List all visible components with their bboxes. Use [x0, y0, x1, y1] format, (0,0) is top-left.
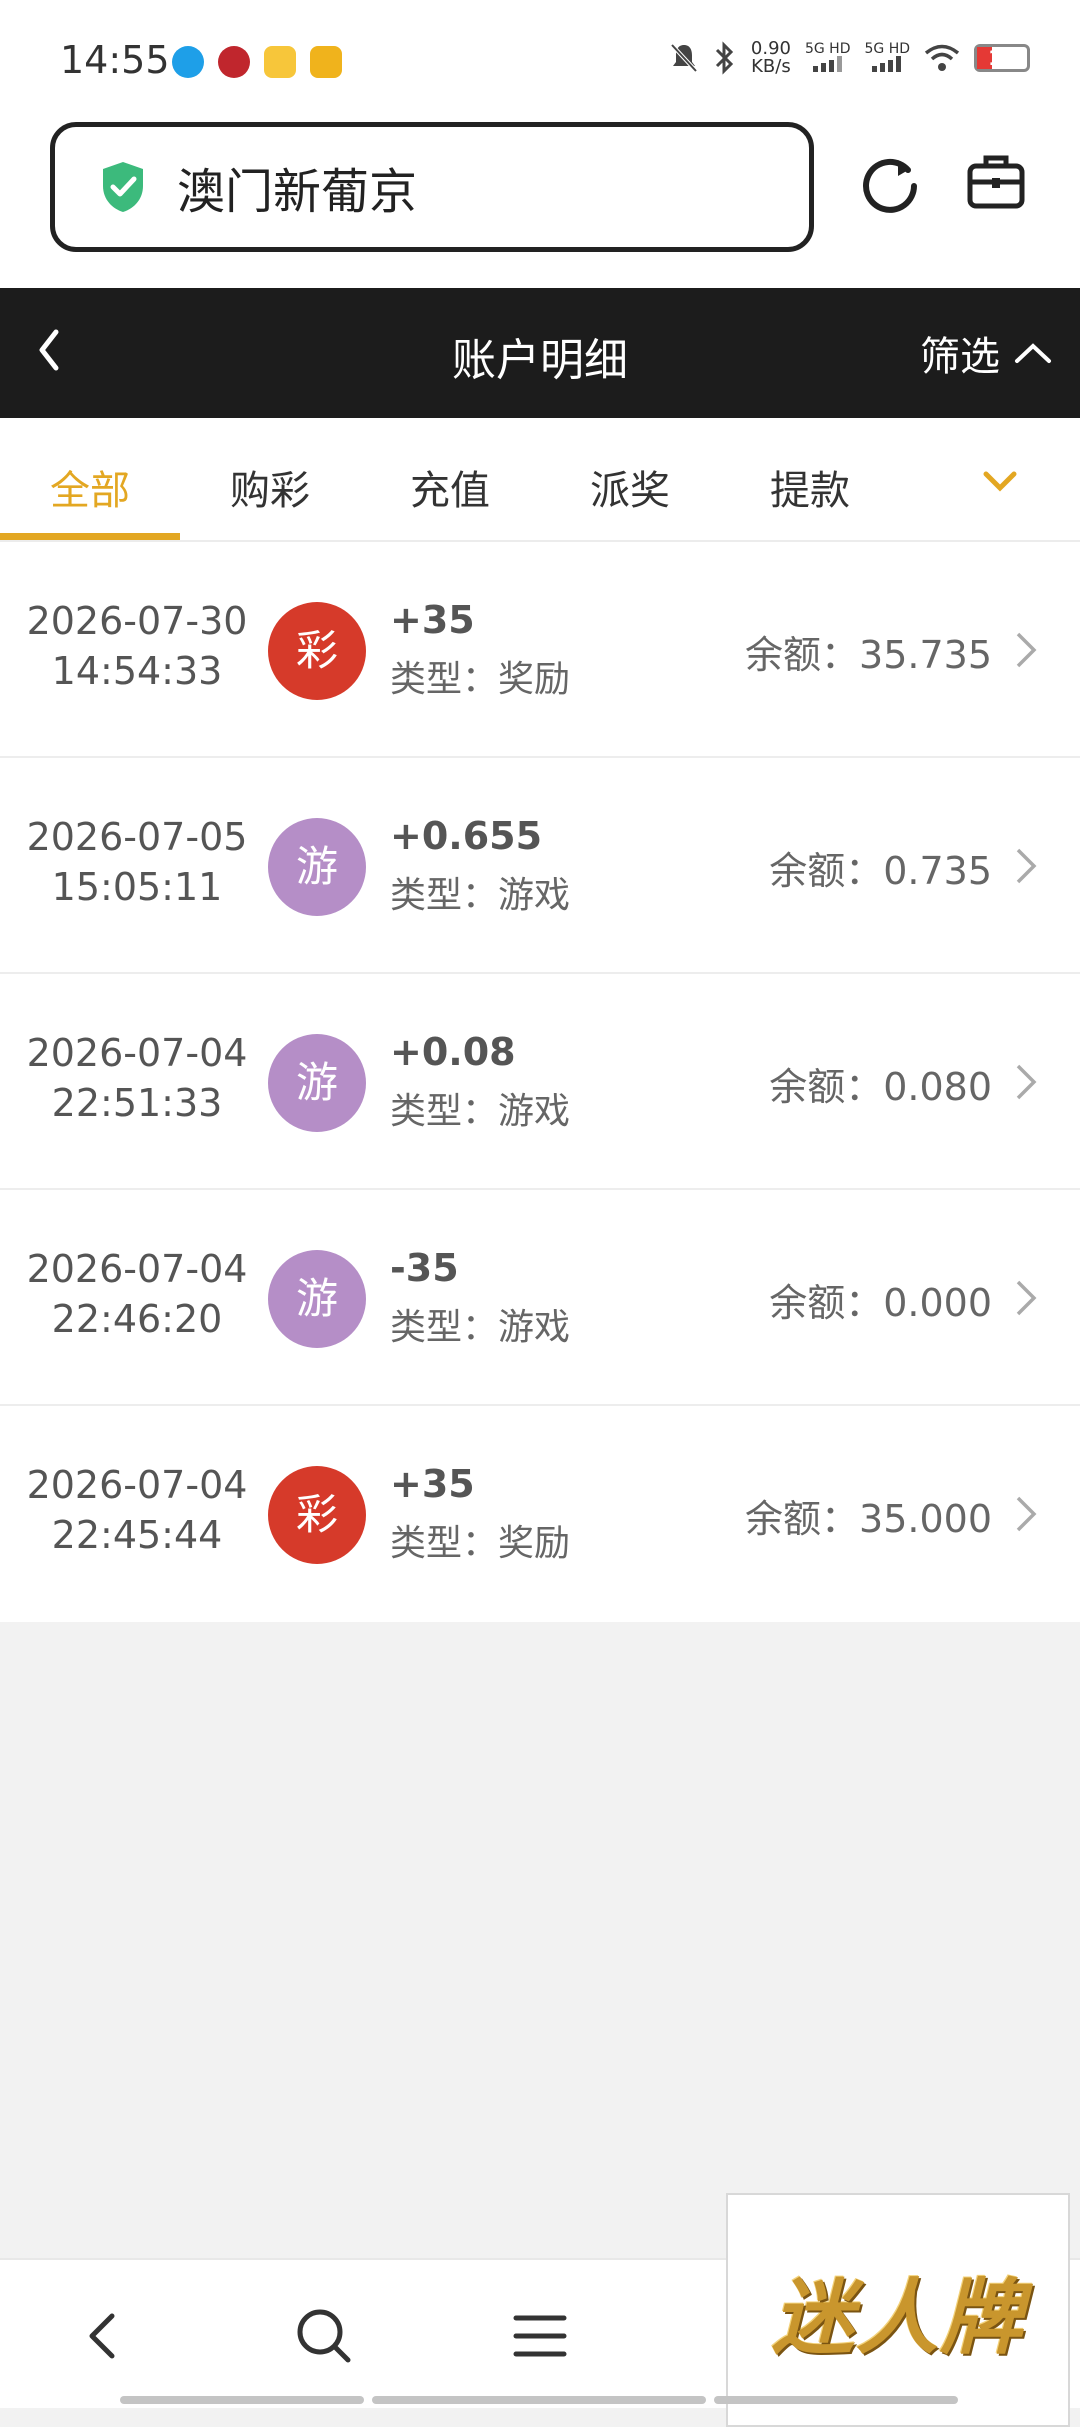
shield-check-icon — [103, 162, 143, 212]
category-tabs: 全部 购彩 充值 派奖 提款 — [0, 418, 1080, 542]
wifi-icon — [924, 44, 960, 71]
list-item[interactable]: 2026-07-04 22:46:20 游 -35 类型：游戏 余额：0.000 — [0, 1190, 1080, 1406]
toolbox-icon[interactable] — [966, 152, 1026, 212]
list-item[interactable]: 2026-07-04 22:51:33 游 +0.08 类型：游戏 余额：0.0… — [0, 974, 1080, 1190]
list-item[interactable]: 2026-07-04 22:45:44 彩 +35 类型：奖励 余额：35.00… — [0, 1406, 1080, 1622]
game-badge-icon: 游 — [268, 1250, 366, 1348]
record-balance: 余额：35.000 — [745, 1497, 992, 1541]
signal-1: 5G HD — [804, 40, 851, 75]
filter-label: 筛选 — [920, 334, 1000, 380]
record-type: 类型：游戏 — [390, 875, 571, 916]
record-type: 类型：游戏 — [390, 1091, 571, 1132]
active-tab-indicator — [0, 533, 180, 540]
record-date: 2026-07-04 — [26, 1247, 248, 1291]
ad-brand-text: 迷人牌 — [772, 2269, 1024, 2366]
game-badge-icon: 游 — [268, 818, 366, 916]
record-balance: 余额：0.080 — [769, 1065, 992, 1109]
record-balance: 余额：0.735 — [769, 849, 992, 893]
chevron-right-icon — [1016, 632, 1037, 668]
reload-icon[interactable] — [858, 152, 922, 216]
tab-withdraw[interactable]: 提款 — [720, 458, 900, 516]
chevron-right-icon — [1016, 1064, 1037, 1100]
video-app-icon — [264, 46, 296, 78]
filter-button[interactable]: 筛选 — [920, 324, 1052, 382]
record-balance: 余额：35.735 — [745, 633, 992, 677]
record-date: 2026-07-30 — [26, 599, 248, 643]
status-bar: 14:55 0.90 KB/s 5G HD 5G HD 15 — [0, 0, 1080, 120]
status-time: 14:55 — [60, 38, 170, 82]
signal-bars-icon — [872, 55, 902, 72]
shopping-app-icon — [310, 46, 342, 78]
signal-2: 5G HD — [864, 42, 910, 75]
status-indicators: 0.90 KB/s 5G HD 5G HD 15 — [669, 40, 1030, 76]
signal-bars-icon — [812, 55, 842, 72]
record-date: 2026-07-05 — [26, 815, 248, 859]
record-date: 2026-07-04 — [26, 1031, 248, 1075]
page-title: 账户明细 — [452, 335, 628, 386]
home-indicator — [120, 2396, 364, 2404]
signal-1-label: 5G HD — [804, 40, 851, 57]
record-time: 22:46:20 — [51, 1297, 223, 1341]
record-amount: +35 — [390, 1462, 475, 1506]
record-datetime: 2026-07-04 22:45:44 — [24, 1460, 250, 1560]
tab-recharge[interactable]: 充值 — [360, 458, 540, 516]
page-title-in-address: 澳门新葡京 — [177, 164, 418, 220]
mute-bell-icon — [670, 43, 698, 73]
record-time: 14:54:33 — [51, 649, 223, 693]
menu-icon[interactable] — [508, 2304, 572, 2368]
record-amount: +0.08 — [390, 1030, 516, 1074]
record-time: 15:05:11 — [51, 865, 223, 909]
record-balance: 余额：0.000 — [769, 1281, 992, 1325]
record-type: 类型：游戏 — [390, 1307, 571, 1348]
chevron-right-icon — [1016, 1280, 1037, 1316]
battery-indicator: 15 — [974, 44, 1030, 72]
notification-icons — [172, 46, 342, 78]
record-amount: +0.655 — [390, 814, 543, 858]
tab-lottery[interactable]: 购彩 — [180, 458, 360, 516]
record-date: 2026-07-04 — [26, 1463, 248, 1507]
record-datetime: 2026-07-30 14:54:33 — [24, 596, 250, 696]
qq-icon — [172, 46, 204, 78]
battery-level: 15 — [988, 46, 1016, 70]
record-type: 类型：奖励 — [390, 1523, 571, 1564]
lottery-badge-icon: 彩 — [268, 602, 366, 700]
bluetooth-icon — [715, 41, 734, 75]
floating-ad[interactable]: 迷人牌 — [726, 2193, 1070, 2427]
record-type: 类型：奖励 — [390, 659, 571, 700]
lottery-badge-icon: 彩 — [268, 1466, 366, 1564]
record-amount: -35 — [390, 1246, 459, 1290]
record-amount: +35 — [390, 598, 475, 642]
address-bar[interactable]: 澳门新葡京 — [50, 122, 814, 252]
chevron-up-icon — [1015, 343, 1051, 363]
chevron-right-icon — [1016, 1496, 1037, 1532]
record-time: 22:51:33 — [51, 1081, 223, 1125]
transaction-list: 2026-07-30 14:54:33 彩 +35 类型：奖励 余额：35.73… — [0, 542, 1080, 1622]
list-item[interactable]: 2026-07-05 15:05:11 游 +0.655 类型：游戏 余额：0.… — [0, 758, 1080, 974]
record-datetime: 2026-07-04 22:51:33 — [24, 1028, 250, 1128]
record-time: 22:45:44 — [51, 1513, 223, 1557]
record-datetime: 2026-07-05 15:05:11 — [24, 812, 250, 912]
network-speed: 0.90 KB/s — [751, 40, 791, 76]
net-speed-unit: KB/s — [751, 56, 791, 77]
home-indicator — [372, 2396, 706, 2404]
tab-all[interactable]: 全部 — [0, 458, 180, 516]
game-badge-icon: 游 — [268, 1034, 366, 1132]
home-indicator — [714, 2396, 958, 2404]
record-datetime: 2026-07-04 22:46:20 — [24, 1244, 250, 1344]
page-header: 账户明细 筛选 — [0, 288, 1080, 418]
list-item[interactable]: 2026-07-30 14:54:33 彩 +35 类型：奖励 余额：35.73… — [0, 542, 1080, 758]
tab-payout[interactable]: 派奖 — [540, 458, 720, 516]
nav-back-icon[interactable] — [74, 2304, 138, 2368]
bank-icon — [218, 46, 250, 78]
signal-2-label: 5G HD — [864, 40, 910, 57]
chevron-down-icon[interactable] — [976, 462, 1024, 502]
search-icon[interactable] — [292, 2304, 356, 2368]
chevron-right-icon — [1016, 848, 1037, 884]
